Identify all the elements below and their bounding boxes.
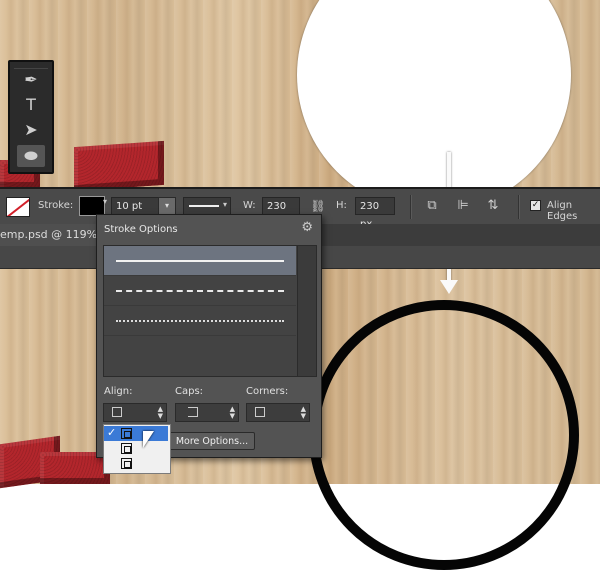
divider xyxy=(410,195,412,219)
cap-butt-icon xyxy=(188,407,198,417)
stroke-type-picker[interactable]: ▾ xyxy=(183,197,231,215)
path-arrangement-icon[interactable]: ⇅ xyxy=(484,198,502,214)
mouse-cursor-icon xyxy=(143,431,154,448)
corners-label: Corners: xyxy=(246,386,289,397)
align-outside-option[interactable] xyxy=(104,456,168,471)
fill-swatch[interactable] xyxy=(6,197,30,217)
width-label: W: xyxy=(243,200,256,211)
align-inside-icon xyxy=(112,407,122,417)
stroked-circle-shape[interactable] xyxy=(309,300,579,570)
updown-chevron-icon: ▲ ▼ xyxy=(229,405,235,420)
corner-miter-icon xyxy=(255,407,265,417)
stroke-style-dotted[interactable] xyxy=(104,306,296,336)
height-field[interactable]: 230 px xyxy=(355,197,395,230)
type-tool-icon[interactable]: T xyxy=(17,93,45,115)
corners-dropdown[interactable]: ▲ ▼ xyxy=(246,403,310,422)
align-inside-icon xyxy=(121,428,132,439)
align-edges-checkbox[interactable]: ✓ xyxy=(530,200,541,211)
stroke-width-field[interactable]: 10 pt xyxy=(111,197,159,215)
updown-chevron-icon: ▲ ▼ xyxy=(157,405,163,420)
gear-icon[interactable]: ⚙ xyxy=(301,220,313,235)
align-center-icon xyxy=(121,443,132,454)
ellipse-tool-icon[interactable]: ⬬ xyxy=(17,145,45,167)
path-alignment-icon[interactable]: ⊫ xyxy=(454,198,472,214)
caps-label: Caps: xyxy=(175,386,204,397)
align-dropdown[interactable]: ▲ ▼ xyxy=(103,403,167,422)
stroke-width-dropdown[interactable]: ▾ xyxy=(158,197,176,215)
chevron-down-icon[interactable]: ▾ xyxy=(103,197,107,206)
more-options-button[interactable]: More Options... xyxy=(169,432,255,450)
align-edges-label: Align Edges xyxy=(547,200,578,222)
width-field[interactable]: 230 px xyxy=(262,197,300,230)
stroke-options-title: Stroke Options xyxy=(104,224,178,235)
path-operations-icon[interactable]: ⧉ xyxy=(423,198,441,214)
list-scrollbar[interactable] xyxy=(297,246,316,376)
path-selection-tool-icon[interactable]: ➤ xyxy=(17,118,45,140)
updown-chevron-icon: ▲ ▼ xyxy=(300,405,306,420)
stroke-style-list xyxy=(103,245,317,377)
stroke-options-panel: Stroke Options ⚙ Align: Caps: Corners: ▲… xyxy=(96,214,322,458)
pen-tool-icon[interactable]: ✒ xyxy=(17,68,45,90)
align-center-option[interactable] xyxy=(104,441,168,456)
align-inside-option[interactable]: ✓ xyxy=(104,426,168,441)
align-label: Align: xyxy=(104,386,133,397)
divider xyxy=(518,195,520,219)
align-dropdown-menu: ✓ xyxy=(103,424,171,474)
checkmark-icon: ✓ xyxy=(107,426,117,439)
link-icon[interactable]: ⛓ xyxy=(309,198,327,214)
stroke-color-swatch[interactable] xyxy=(79,196,105,216)
tools-panel: ✒ T ➤ ⬬ xyxy=(8,60,54,174)
height-label: H: xyxy=(336,200,347,211)
stroke-style-solid[interactable] xyxy=(104,246,296,276)
stroke-label: Stroke: xyxy=(38,200,74,211)
arrow-head xyxy=(440,280,458,294)
align-outside-icon xyxy=(121,458,132,469)
red-block xyxy=(74,140,164,192)
caps-dropdown[interactable]: ▲ ▼ xyxy=(175,403,239,422)
stroke-style-dashed[interactable] xyxy=(104,276,296,306)
